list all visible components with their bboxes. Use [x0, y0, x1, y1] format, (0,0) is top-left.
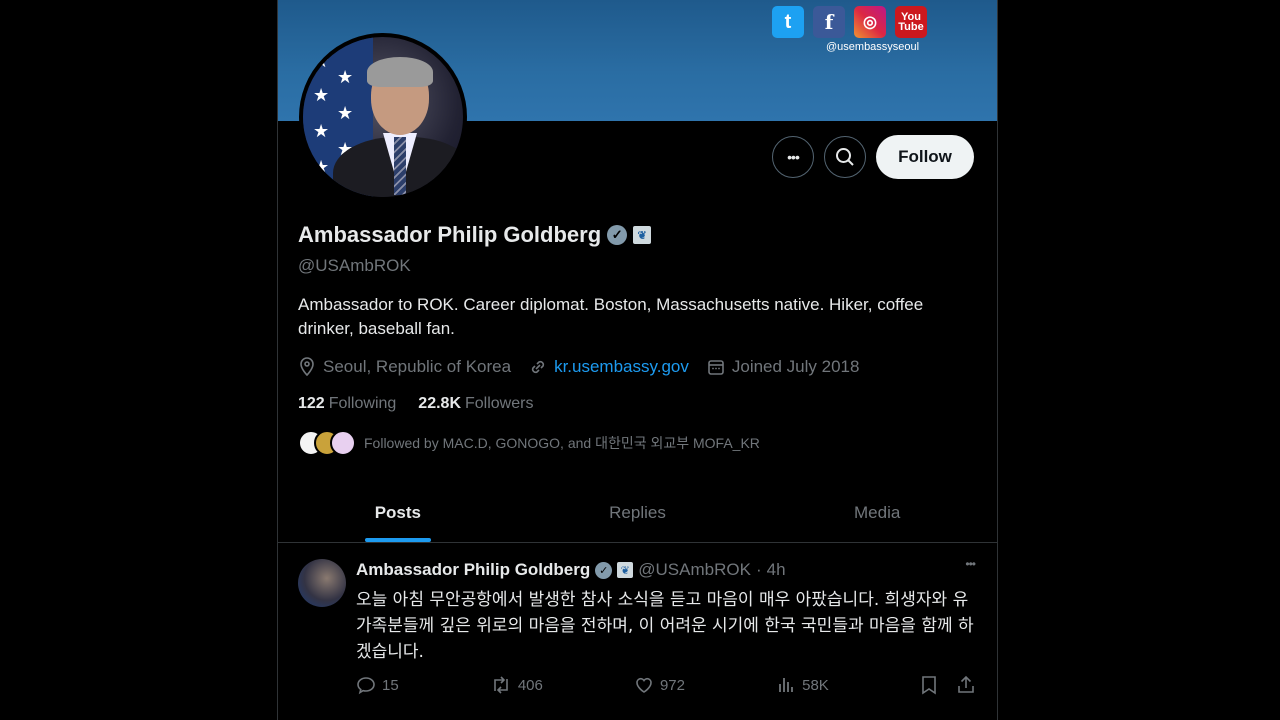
repost-icon — [494, 676, 508, 694]
profile-meta: Seoul, Republic of Korea kr.usembassy.go… — [298, 357, 859, 377]
location-pin-icon — [300, 357, 314, 377]
like-button[interactable]: 972 — [634, 675, 685, 695]
analytics-icon — [779, 678, 794, 692]
like-count: 972 — [659, 676, 685, 694]
profile-tabs: Posts Replies Media — [278, 484, 997, 543]
location-item: Seoul, Republic of Korea — [298, 357, 511, 377]
profile-name-row: Ambassador Philip Goldberg ✓ ❦ — [298, 222, 652, 248]
post-separator: · — [755, 560, 762, 579]
profile-handle: @USAmbROK — [298, 256, 411, 275]
more-options-button[interactable]: ••• — [772, 136, 814, 178]
profile-panel: t f ◎ You Tube @usembassyseoul ★ ★ ★ ★ ★… — [277, 0, 998, 720]
profile-name: Ambassador Philip Goldberg — [298, 222, 602, 247]
reply-count: 15 — [382, 676, 399, 694]
joined-text: Joined July 2018 — [731, 357, 860, 376]
tab-media-label: Media — [854, 503, 901, 522]
verified-badge-icon[interactable]: ✓ — [607, 225, 628, 245]
verified-badge-icon: ✓ — [595, 561, 613, 579]
follow-button[interactable]: Follow — [876, 135, 974, 179]
affiliation-badge-icon[interactable]: ❦ — [633, 226, 652, 244]
tab-replies-label: Replies — [609, 503, 666, 522]
followed-by-row[interactable]: Followed by MAC.D, GONOGO, and 대한민국 외교부 … — [298, 430, 760, 456]
post-text: 오늘 아침 무안공항에서 발생한 참사 소식을 듣고 마음이 매우 아팠습니다.… — [356, 590, 974, 662]
tab-media[interactable]: Media — [757, 484, 997, 542]
repost-button[interactable]: 406 — [490, 675, 543, 695]
portrait-tie — [394, 137, 406, 195]
social-icons: t f ◎ You Tube — [772, 6, 927, 38]
website-link[interactable]: kr.usembassy.gov — [554, 357, 689, 377]
affiliation-badge-icon: ❦ — [617, 562, 634, 578]
portrait-hair — [367, 57, 433, 87]
views-button[interactable]: 58K — [776, 675, 829, 695]
share-icon[interactable] — [956, 675, 976, 695]
followers-label: Followers — [465, 395, 534, 412]
profile-avatar[interactable]: ★ ★ ★ ★ ★ ★ ★ — [299, 33, 467, 201]
post-author-name[interactable]: Ambassador Philip Goldberg — [356, 560, 590, 580]
search-icon — [836, 148, 854, 166]
instagram-icon: ◎ — [854, 6, 886, 38]
following-count: 122 — [298, 395, 325, 412]
followed-by-text: Followed by MAC.D, GONOGO, and 대한민국 외교부 … — [364, 435, 760, 451]
post-time[interactable]: 4h — [767, 560, 786, 580]
calendar-icon — [708, 360, 724, 375]
profile-actions: ••• Follow — [772, 135, 974, 179]
avatar — [330, 430, 356, 456]
post-author-handle[interactable]: @USAmbROK — [638, 560, 751, 580]
profile-bio: Ambassador to ROK. Career diplomat. Bost… — [298, 295, 924, 338]
followed-by-avatars — [298, 430, 356, 456]
location-text: Seoul, Republic of Korea — [323, 357, 512, 376]
following-label: Following — [328, 395, 397, 412]
followers-count: 22.8K — [418, 395, 461, 412]
post-avatar[interactable] — [298, 559, 346, 607]
follow-counts: 122 Following 22.8K Followers — [298, 395, 533, 413]
reply-icon — [357, 677, 375, 695]
youtube-icon: You Tube — [895, 6, 927, 38]
heart-icon — [636, 677, 652, 693]
link-icon — [531, 360, 545, 374]
website-item[interactable]: kr.usembassy.gov — [529, 357, 689, 377]
search-button[interactable] — [824, 136, 866, 178]
post-header: Ambassador Philip Goldberg ✓ ❦ @USAmbROK… — [356, 560, 786, 580]
facebook-icon: f — [813, 6, 845, 38]
following-link[interactable]: 122 Following — [298, 395, 396, 413]
twitter-icon: t — [772, 6, 804, 38]
views-count: 58K — [802, 676, 829, 694]
banner-handle: @usembassyseoul — [826, 41, 920, 53]
repost-count: 406 — [517, 676, 543, 694]
tab-posts[interactable]: Posts — [278, 484, 518, 542]
followers-link[interactable]: 22.8K Followers — [418, 395, 533, 413]
joined-item: Joined July 2018 — [707, 357, 860, 377]
active-tab-indicator — [364, 538, 431, 542]
post-item[interactable]: Ambassador Philip Goldberg ✓ ❦ @USAmbROK… — [278, 543, 997, 720]
post-more-button[interactable]: ••• — [965, 557, 976, 571]
reply-button[interactable]: 15 — [356, 675, 399, 695]
tab-replies[interactable]: Replies — [518, 484, 758, 542]
tab-posts-label: Posts — [374, 503, 421, 522]
post-secondary-actions — [920, 675, 976, 695]
bookmark-icon[interactable] — [920, 675, 938, 695]
post-actions: 15 406 972 58K — [356, 675, 976, 695]
